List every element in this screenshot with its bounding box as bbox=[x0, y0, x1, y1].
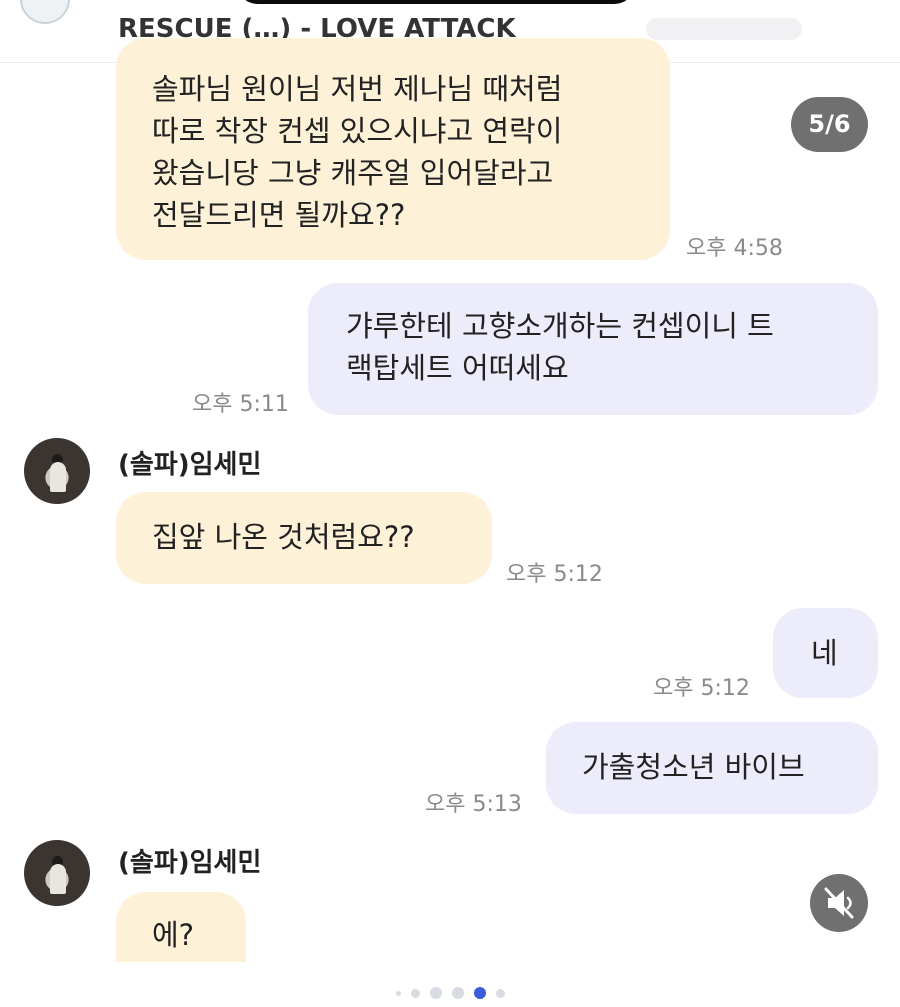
message-line: 가출청소년 바이브 bbox=[582, 750, 805, 784]
pagination-dot[interactable] bbox=[410, 988, 420, 998]
media-counter-badge: 5/6 bbox=[791, 97, 868, 152]
sender-name: (솔파)임세민 bbox=[118, 848, 262, 878]
pagination-dot[interactable] bbox=[495, 988, 505, 998]
message-bubble-incoming[interactable]: 에? bbox=[116, 892, 246, 962]
message-time: 오후 4:58 bbox=[686, 236, 783, 261]
message-bubble-outgoing[interactable]: 갸루한테 고향소개하는 컨셉이니 트 랙탑세트 어떠세요 bbox=[308, 283, 878, 415]
pagination-dot[interactable] bbox=[395, 990, 401, 996]
mute-button[interactable] bbox=[810, 874, 868, 932]
group-avatar[interactable] bbox=[20, 0, 70, 24]
sender-avatar[interactable] bbox=[24, 840, 90, 906]
header-pill[interactable] bbox=[646, 18, 802, 40]
pagination-dot[interactable] bbox=[451, 987, 464, 999]
message-time: 오후 5:11 bbox=[192, 392, 289, 417]
message-bubble-incoming[interactable]: 집앞 나온 것처럼요?? bbox=[116, 492, 492, 584]
message-line: 왔습니당 그냥 캐주얼 입어달라고 bbox=[152, 156, 554, 190]
message-bubble-outgoing[interactable]: 네 bbox=[773, 608, 878, 698]
pagination-dot[interactable] bbox=[429, 987, 442, 999]
carousel-pagination[interactable] bbox=[0, 987, 900, 1003]
speaker-muted-icon bbox=[824, 887, 854, 919]
message-line: 집앞 나온 것처럼요?? bbox=[152, 520, 415, 554]
pagination-dot-active[interactable] bbox=[473, 987, 486, 999]
message-line: 랙탑세트 어떠세요 bbox=[346, 351, 569, 385]
sender-avatar[interactable] bbox=[24, 438, 90, 504]
message-line: 솔파님 원이님 저번 제나님 때처럼 bbox=[152, 72, 563, 106]
sender-name: (솔파)임세민 bbox=[118, 450, 262, 480]
message-line: 갸루한테 고향소개하는 컨셉이니 트 bbox=[346, 309, 774, 343]
device-notch bbox=[236, 0, 636, 4]
message-time: 오후 5:12 bbox=[653, 676, 750, 701]
message-time: 오후 5:13 bbox=[425, 792, 522, 817]
message-line: 네 bbox=[811, 636, 838, 670]
message-bubble-outgoing[interactable]: 가출청소년 바이브 bbox=[546, 722, 878, 814]
message-line: 에? bbox=[152, 918, 195, 952]
message-line: 전달드리면 될까요?? bbox=[152, 198, 406, 232]
message-time: 오후 5:12 bbox=[506, 562, 603, 587]
message-line: 따로 착장 컨셉 있으시냐고 연락이 bbox=[152, 114, 563, 148]
message-bubble-incoming[interactable]: 솔파님 원이님 저번 제나님 때처럼 따로 착장 컨셉 있으시냐고 연락이 왔습… bbox=[116, 38, 670, 260]
